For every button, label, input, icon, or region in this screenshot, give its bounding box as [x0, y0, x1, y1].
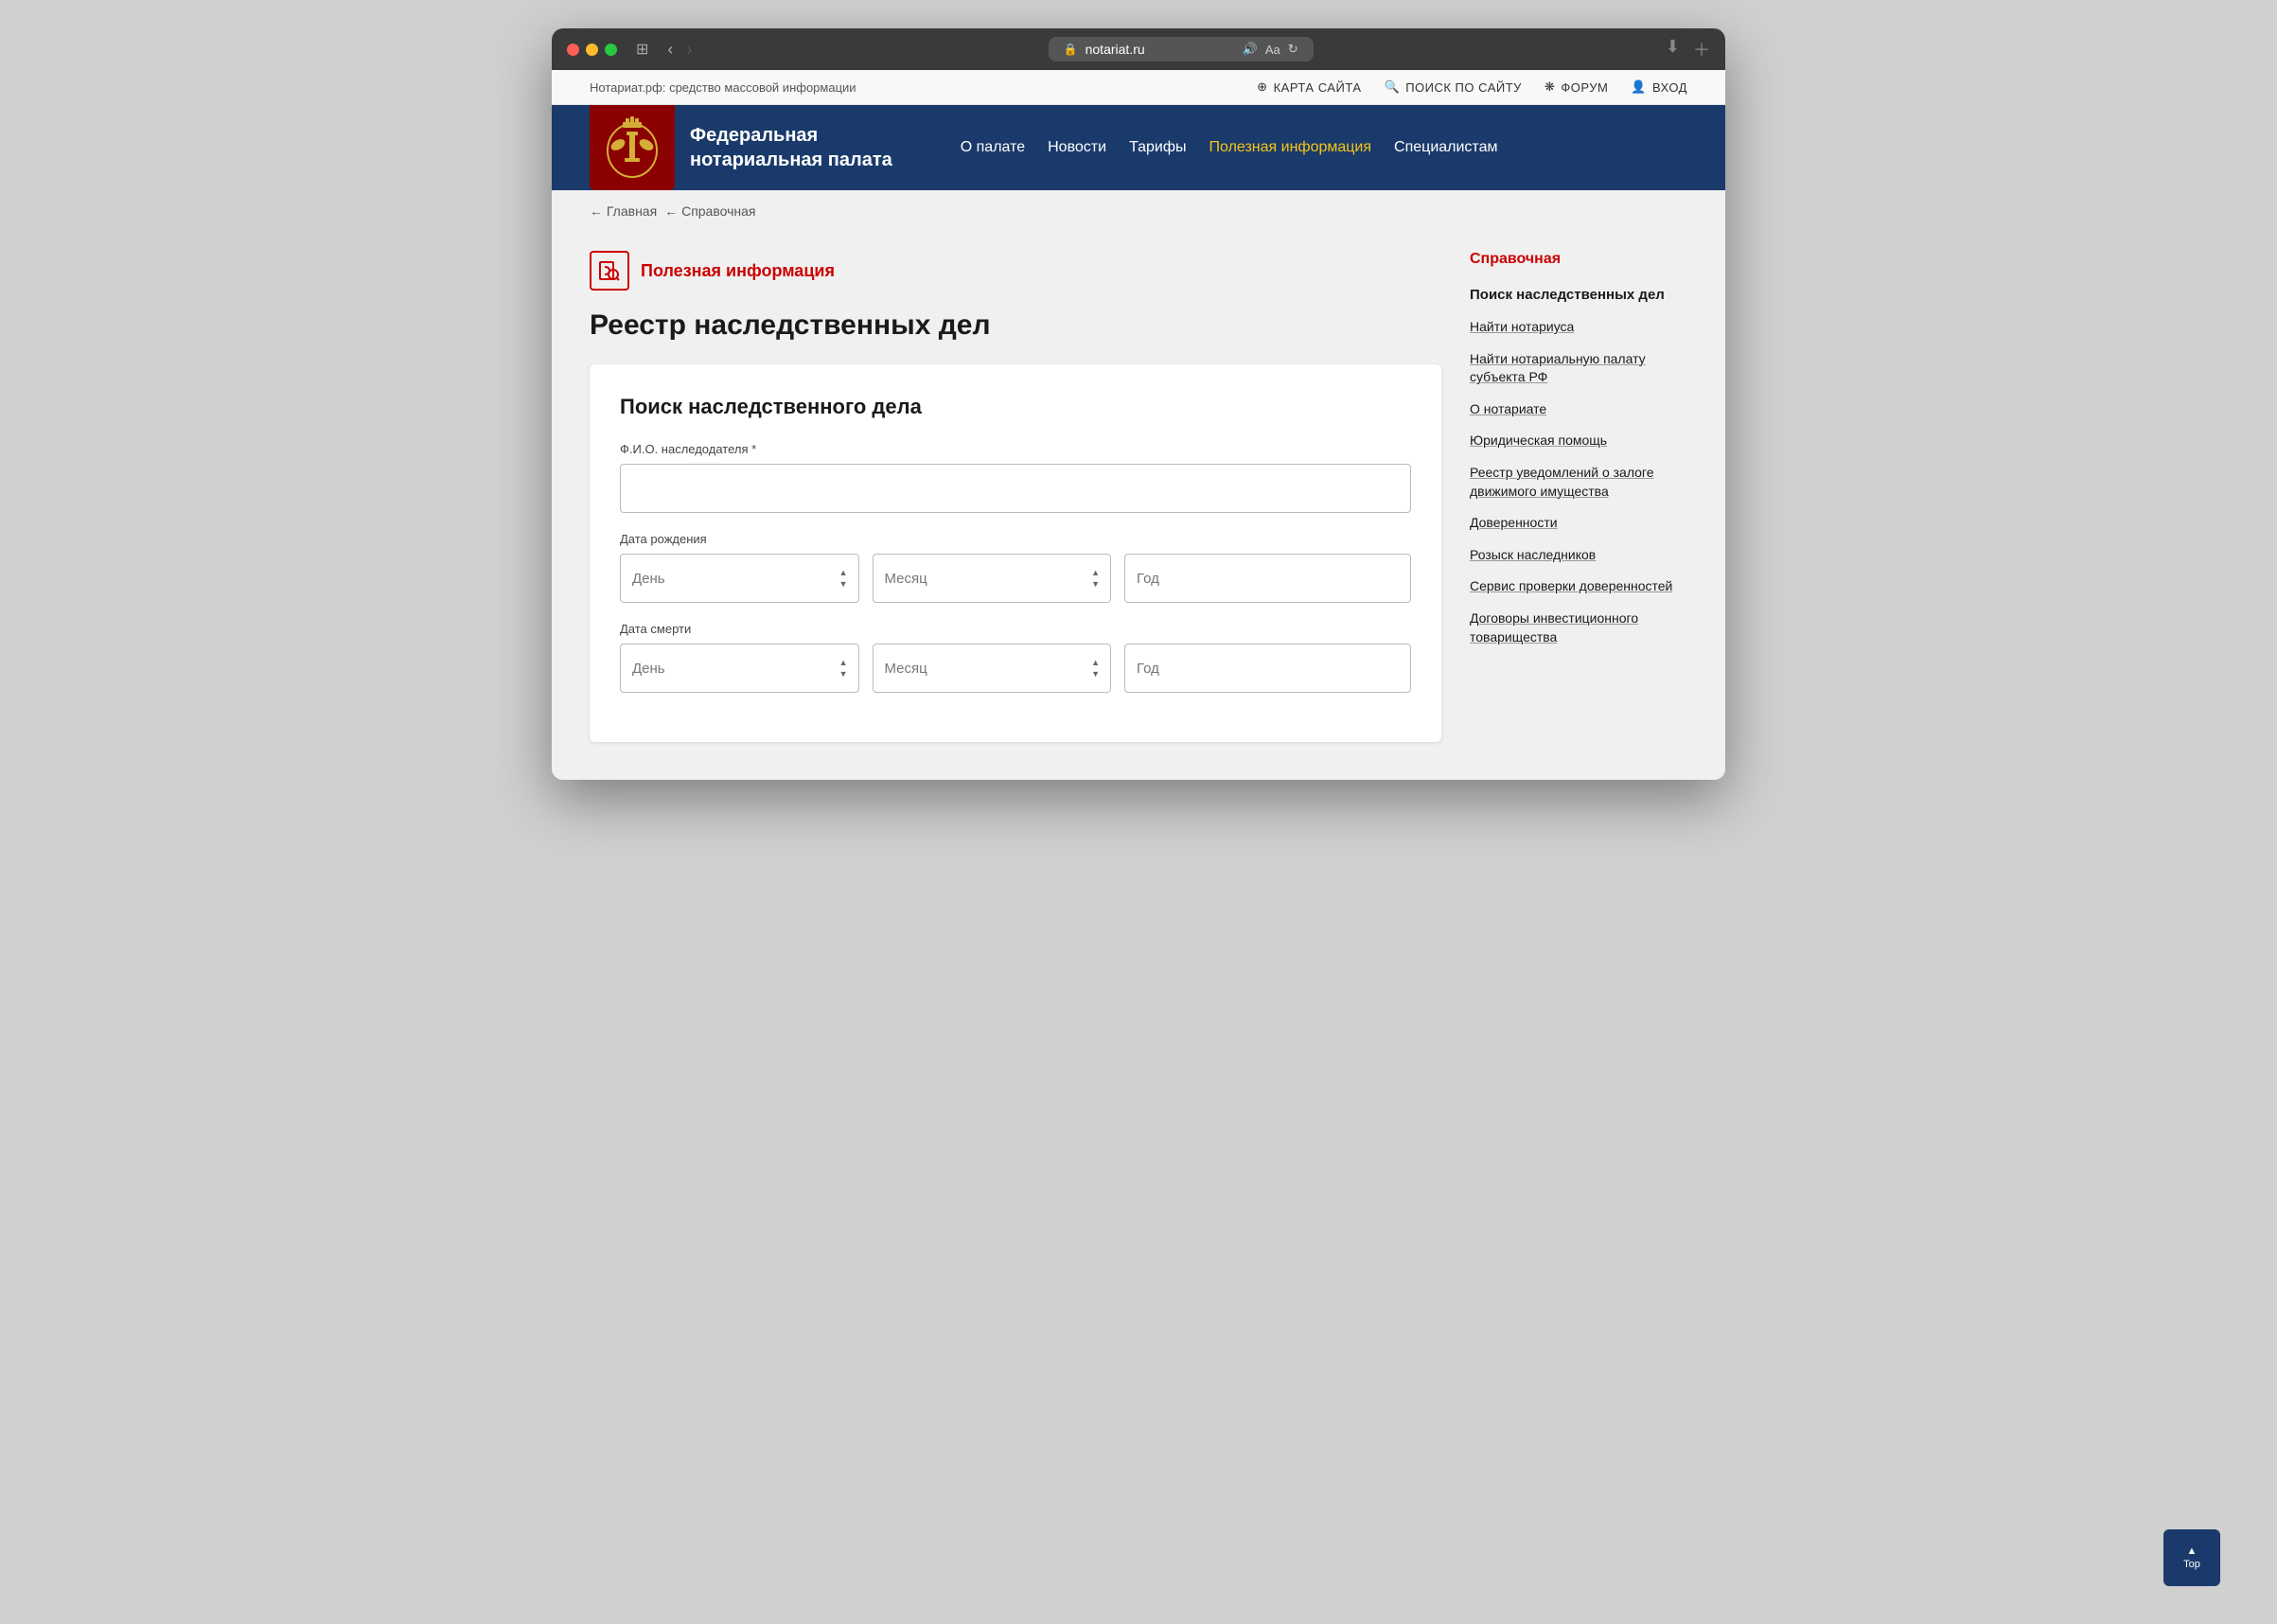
nav-useful-info[interactable]: Полезная информация [1198, 132, 1384, 164]
scroll-top-button[interactable]: ▲ Top [2163, 1529, 2220, 1586]
nav-specialists[interactable]: Специалистам [1383, 132, 1509, 164]
breadcrumb-reference[interactable]: ← Справочная [664, 203, 755, 219]
nav-tariffs[interactable]: Тарифы [1118, 132, 1197, 164]
main-header: Федеральная нотариальная палата О палате… [552, 105, 1725, 190]
scroll-top-label: Top [2183, 1559, 2200, 1570]
site-map-icon: ⊕ [1257, 79, 1267, 95]
logo-svg [599, 115, 665, 181]
forward-button[interactable]: › [682, 38, 696, 62]
browser-nav: ‹ › [663, 38, 696, 62]
birth-year-wrap [1124, 554, 1411, 603]
search-link[interactable]: 🔍 ПОИСК ПО САЙТУ [1385, 79, 1522, 95]
login-link[interactable]: 👤 ВХОД [1631, 79, 1687, 95]
fio-label: Ф.И.О. наследодателя * [620, 442, 1411, 456]
death-year-input[interactable] [1124, 644, 1411, 693]
birthdate-label: Дата рождения [620, 532, 1411, 546]
death-day-wrap: День ▲ ▼ [620, 644, 859, 693]
deathdate-row: День ▲ ▼ Месяц [620, 644, 1411, 693]
sidebar-active-item: Поиск наследственных дел [1470, 285, 1687, 305]
search-label: ПОИСК ПО САЙТУ [1405, 80, 1522, 95]
speaker-icon: 🔊 [1243, 42, 1258, 57]
fio-group: Ф.И.О. наследодателя * [620, 442, 1411, 513]
browser-titlebar: ⊞ ‹ › 🔒 notariat.ru 🔊 Aa ↻ ⬇ ＋ [552, 28, 1725, 70]
birth-day-wrap: День ▲ ▼ [620, 554, 859, 603]
birth-month-select[interactable]: Месяц [873, 554, 1112, 603]
utility-links: ⊕ КАРТА САЙТА 🔍 ПОИСК ПО САЙТУ ❋ ФОРУМ 👤… [1257, 79, 1687, 95]
close-button[interactable] [567, 44, 579, 56]
forum-label: ФОРУМ [1561, 80, 1608, 95]
section-title: Полезная информация [641, 261, 835, 281]
sidebar-title: Справочная [1470, 251, 1687, 272]
maximize-button[interactable] [605, 44, 617, 56]
content-area: Полезная информация Реестр наследственны… [590, 251, 1441, 742]
forum-icon: ❋ [1544, 79, 1555, 95]
back-button[interactable]: ‹ [663, 38, 677, 62]
download-icon[interactable]: ⬇ [1666, 37, 1680, 62]
sidebar-link-check-powers[interactable]: Сервис проверки доверенностей [1470, 577, 1687, 596]
lock-icon: 🔒 [1064, 43, 1078, 56]
logo-emblem [590, 105, 675, 190]
browser-dots [567, 44, 617, 56]
forum-link[interactable]: ❋ ФОРУМ [1544, 79, 1608, 95]
page-content: Нотариат.рф: средство массовой информаци… [552, 70, 1725, 780]
scroll-top-arrow: ▲ [2187, 1545, 2198, 1557]
logo-area: Федеральная нотариальная палата [590, 105, 892, 190]
sidebar: Справочная Поиск наследственных дел Найт… [1470, 251, 1687, 742]
sidebar-link-search-heirs[interactable]: Розыск наследников [1470, 546, 1687, 565]
user-icon: 👤 [1631, 79, 1647, 95]
url-text: notariat.ru [1086, 42, 1145, 57]
site-description: Нотариат.рф: средство массовой информаци… [590, 80, 856, 95]
sidebar-link-notariat[interactable]: О нотариате [1470, 400, 1687, 419]
site-map-link[interactable]: ⊕ КАРТА САЙТА [1257, 79, 1361, 95]
site-title: Федеральная нотариальная палата [690, 123, 892, 172]
sidebar-link-powers[interactable]: Доверенности [1470, 514, 1687, 533]
sidebar-link-pledge[interactable]: Реестр уведомлений о залоге движимого им… [1470, 464, 1687, 501]
search-icon: 🔍 [1385, 79, 1401, 95]
section-icon [590, 251, 629, 291]
deathdate-label: Дата смерти [620, 622, 1411, 636]
sidebar-toggle-icon[interactable]: ⊞ [636, 40, 648, 59]
nav-about[interactable]: О палате [949, 132, 1036, 164]
refresh-icon[interactable]: ↻ [1288, 42, 1298, 57]
sidebar-link-investment[interactable]: Договоры инвестиционного товарищества [1470, 609, 1687, 646]
address-box[interactable]: 🔒 notariat.ru 🔊 Aa ↻ [1049, 37, 1314, 62]
birthdate-row: День ▲ ▼ Месяц [620, 554, 1411, 603]
fio-input[interactable] [620, 464, 1411, 513]
site-map-label: КАРТА САЙТА [1274, 80, 1362, 95]
translate-icon: Aa [1265, 43, 1280, 57]
login-label: ВХОД [1652, 80, 1687, 95]
deathdate-group: Дата смерти День ▲ ▼ [620, 622, 1411, 693]
new-tab-icon[interactable]: ＋ [1693, 37, 1710, 62]
address-bar-container: 🔒 notariat.ru 🔊 Aa ↻ [707, 37, 1654, 62]
sidebar-link-legal-help[interactable]: Юридическая помощь [1470, 432, 1687, 450]
main-layout: Полезная информация Реестр наследственны… [552, 232, 1725, 780]
birth-day-select[interactable]: День [620, 554, 859, 603]
section-heading: Полезная информация [590, 251, 1441, 291]
breadcrumb-home[interactable]: ← Главная [590, 203, 657, 219]
utility-bar: Нотариат.рф: средство массовой информаци… [552, 70, 1725, 105]
minimize-button[interactable] [586, 44, 598, 56]
page-title: Реестр наследственных дел [590, 309, 1441, 342]
birth-year-input[interactable] [1124, 554, 1411, 603]
birth-month-wrap: Месяц ▲ ▼ [873, 554, 1112, 603]
birthdate-group: Дата рождения День ▲ ▼ [620, 532, 1411, 603]
death-year-wrap [1124, 644, 1411, 693]
browser-window: ⊞ ‹ › 🔒 notariat.ru 🔊 Aa ↻ ⬇ ＋ Нотариат.… [552, 28, 1725, 780]
death-month-select[interactable]: Месяц [873, 644, 1112, 693]
breadcrumb: ← Главная ← Справочная [552, 190, 1725, 232]
death-month-wrap: Месяц ▲ ▼ [873, 644, 1112, 693]
sidebar-link-notarius[interactable]: Найти нотариуса [1470, 318, 1687, 337]
form-card: Поиск наследственного дела Ф.И.О. наслед… [590, 364, 1441, 742]
main-nav: О палате Новости Тарифы Полезная информа… [949, 132, 1509, 164]
browser-actions: ⬇ ＋ [1666, 37, 1710, 62]
nav-news[interactable]: Новости [1036, 132, 1118, 164]
death-day-select[interactable]: День [620, 644, 859, 693]
sidebar-link-chamber[interactable]: Найти нотариальную палату субъекта РФ [1470, 350, 1687, 387]
form-card-title: Поиск наследственного дела [620, 395, 1411, 419]
useful-info-icon [598, 259, 621, 282]
